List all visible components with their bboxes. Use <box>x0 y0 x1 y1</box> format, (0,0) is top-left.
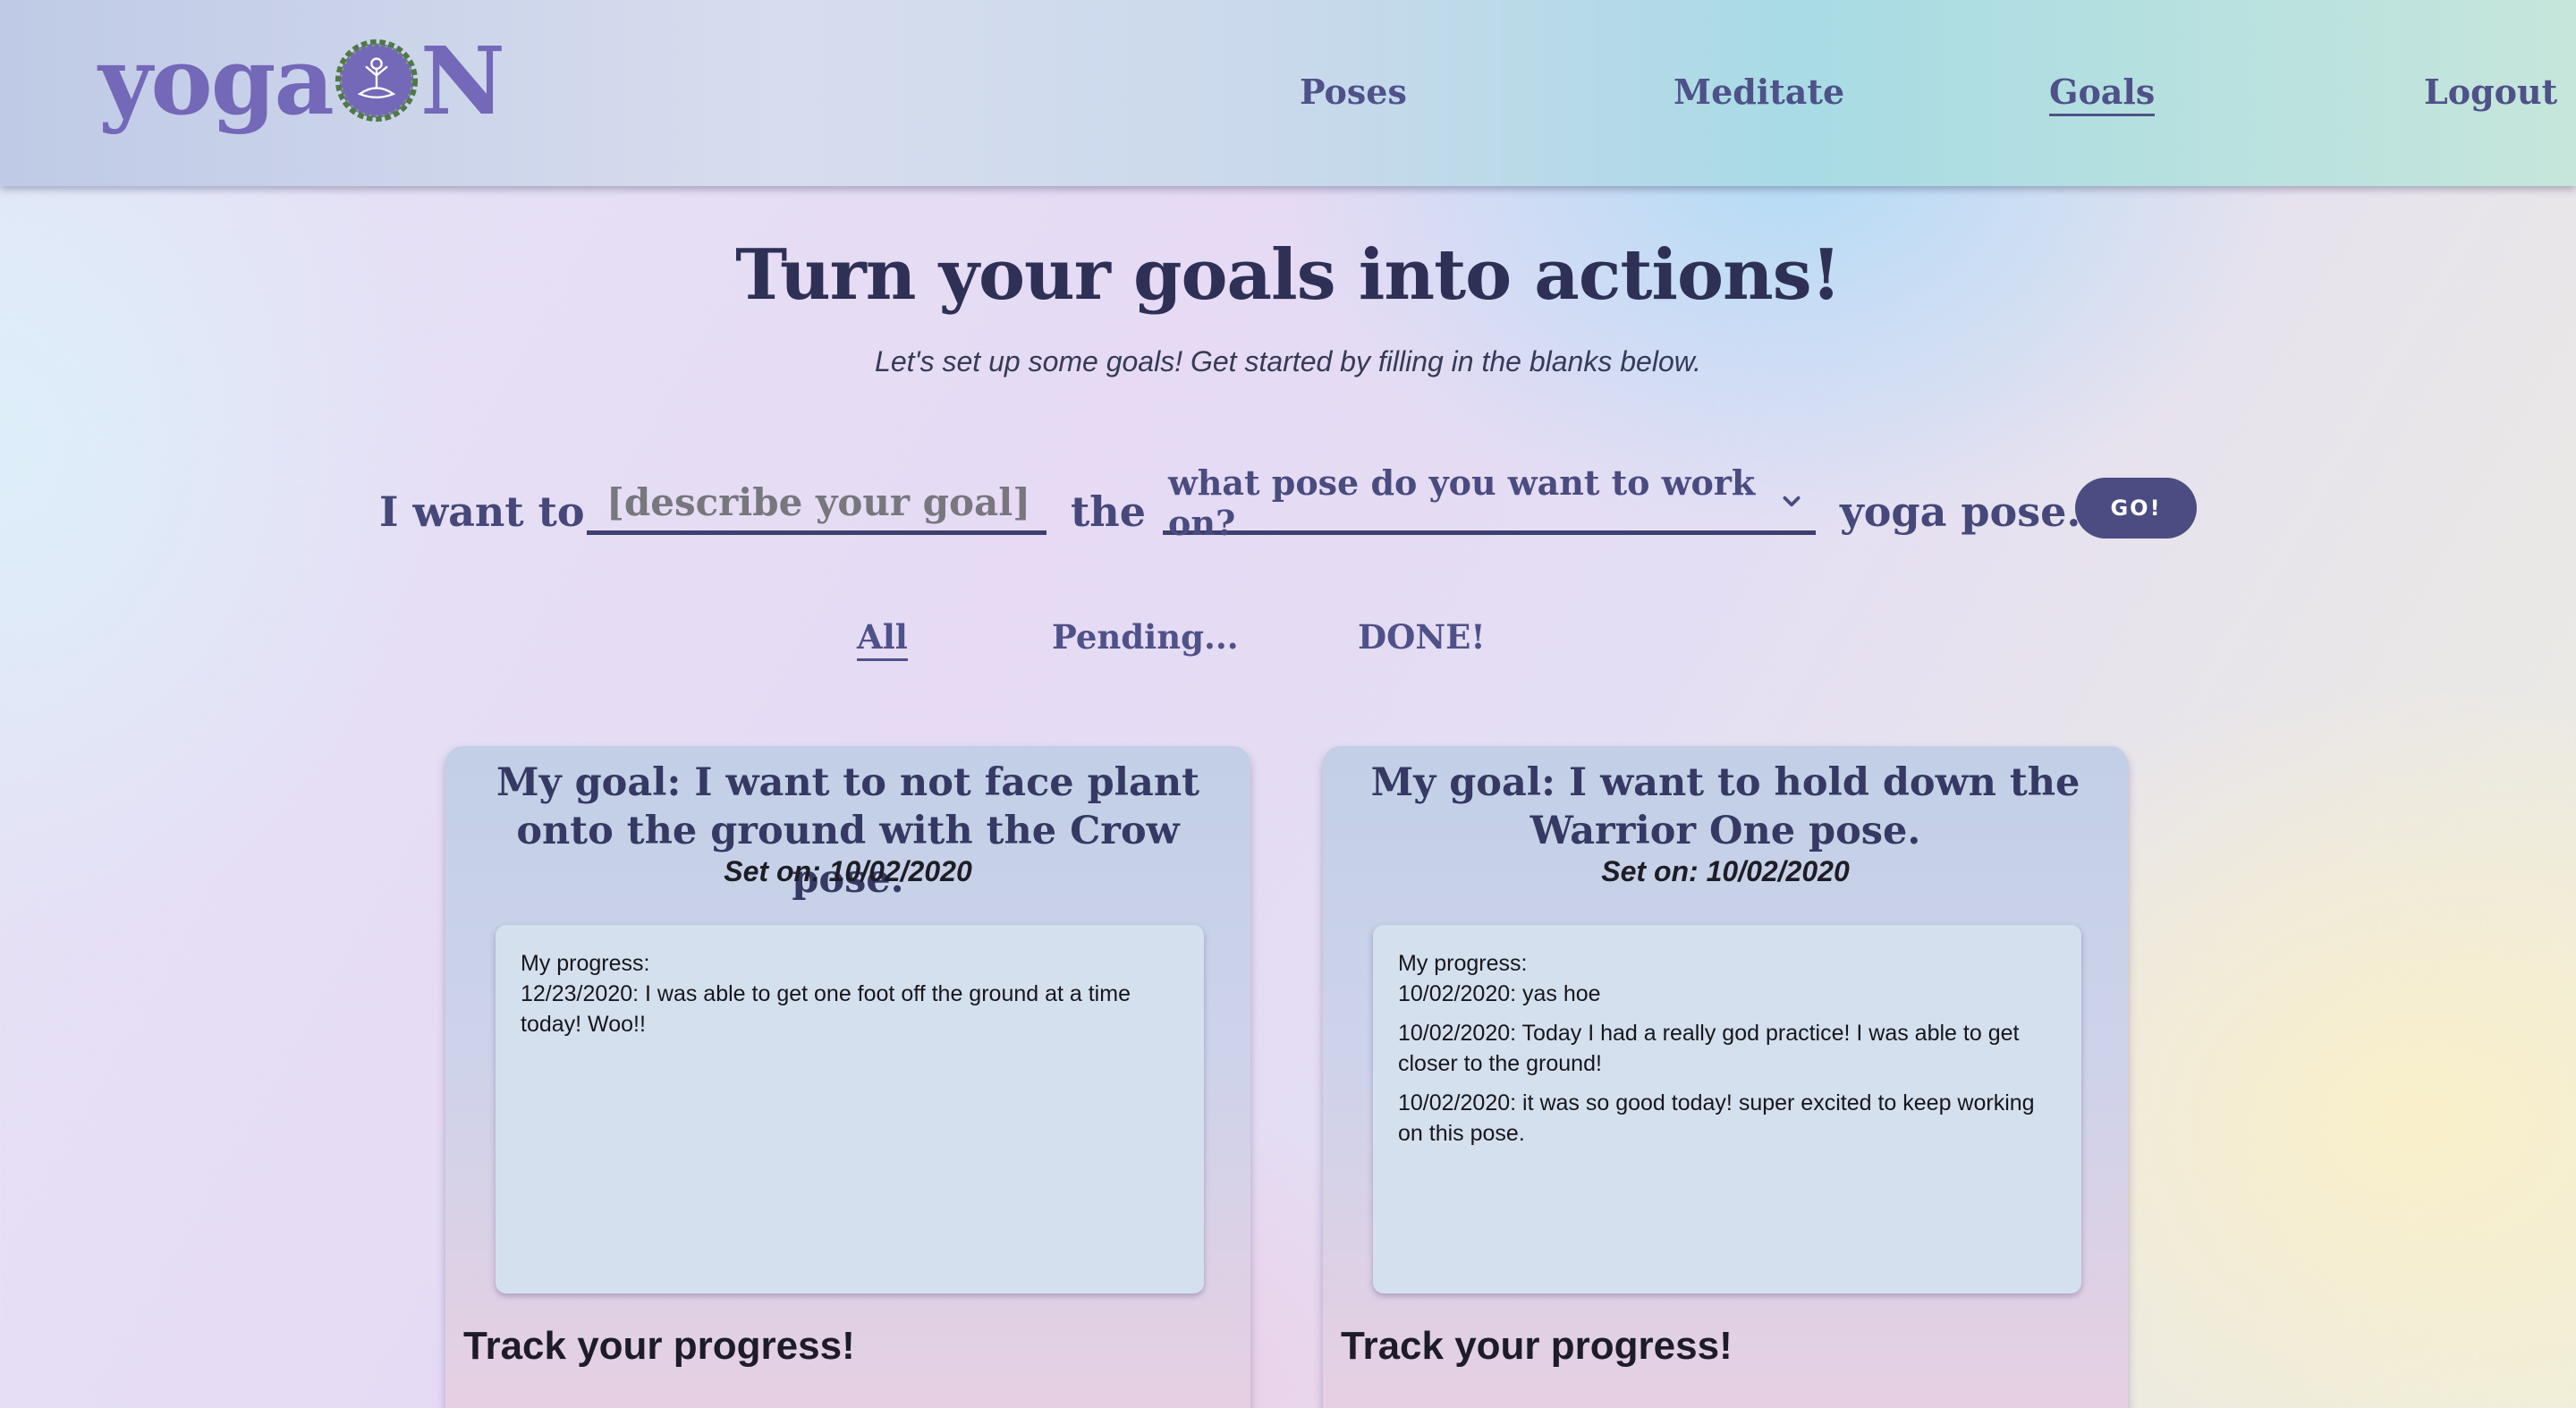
page-subtitle: Let's set up some goals! Get started by … <box>875 345 1701 377</box>
meditating-figure-wreath-icon <box>335 38 418 123</box>
progress-label: My progress: <box>521 951 650 976</box>
logo[interactable]: yoga N <box>98 25 505 136</box>
tab-all[interactable]: All <box>857 617 908 661</box>
progress-log[interactable]: My progress: 10/02/2020: yas hoe 10/02/2… <box>1373 925 2081 1293</box>
form-connector: the <box>1071 488 1146 536</box>
goal-title: My goal: I want to hold down the Warrior… <box>1370 760 2080 853</box>
progress-entry: 10/02/2020: it was so good today! super … <box>1398 1090 2035 1146</box>
progress-log[interactable]: My progress: 12/23/2020: I was able to g… <box>496 925 1204 1293</box>
pose-select[interactable]: what pose do you want to work on? <box>1163 462 1816 543</box>
nav-meditate[interactable]: Meditate <box>1674 72 1844 112</box>
track-progress-heading: Track your progress! <box>1341 1324 1733 1368</box>
tab-done[interactable]: DONE! <box>1358 617 1486 657</box>
go-button[interactable]: GO! <box>2075 478 2197 539</box>
goal-set-date: Set on: 10/02/2020 <box>724 855 972 887</box>
progress-entry: 10/02/2020: yas hoe <box>1398 981 1601 1006</box>
pose-select-value: what pose do you want to work on? <box>1168 462 1756 543</box>
track-progress-heading: Track your progress! <box>463 1324 855 1368</box>
logo-text-right: N <box>419 25 505 136</box>
logo-text-left: yoga <box>98 25 335 136</box>
nav-poses[interactable]: Poses <box>1300 72 1407 112</box>
goal-description-input[interactable] <box>587 474 1046 535</box>
goal-card: My goal: I want to not face plant onto t… <box>445 746 1250 1408</box>
goal-card: My goal: I want to hold down the Warrior… <box>1323 746 2128 1408</box>
goal-set-date: Set on: 10/02/2020 <box>1601 855 1850 887</box>
nav-logout[interactable]: Logout <box>2424 72 2557 112</box>
progress-entry: 12/23/2020: I was able to get one foot o… <box>521 981 1131 1037</box>
form-suffix: yoga pose. <box>1840 488 2081 536</box>
page-title: Turn your goals into actions! <box>735 234 1842 316</box>
nav-goals[interactable]: Goals <box>2049 72 2156 116</box>
progress-entry: 10/02/2020: Today I had a really god pra… <box>1398 1021 2020 1076</box>
site-header: yoga N Poses Meditate Goals Logout <box>0 0 2576 186</box>
tab-pending[interactable]: Pending... <box>1052 617 1239 657</box>
chevron-down-icon <box>1783 496 1801 507</box>
form-prefix: I want to <box>379 488 585 536</box>
progress-label: My progress: <box>1398 951 1528 976</box>
